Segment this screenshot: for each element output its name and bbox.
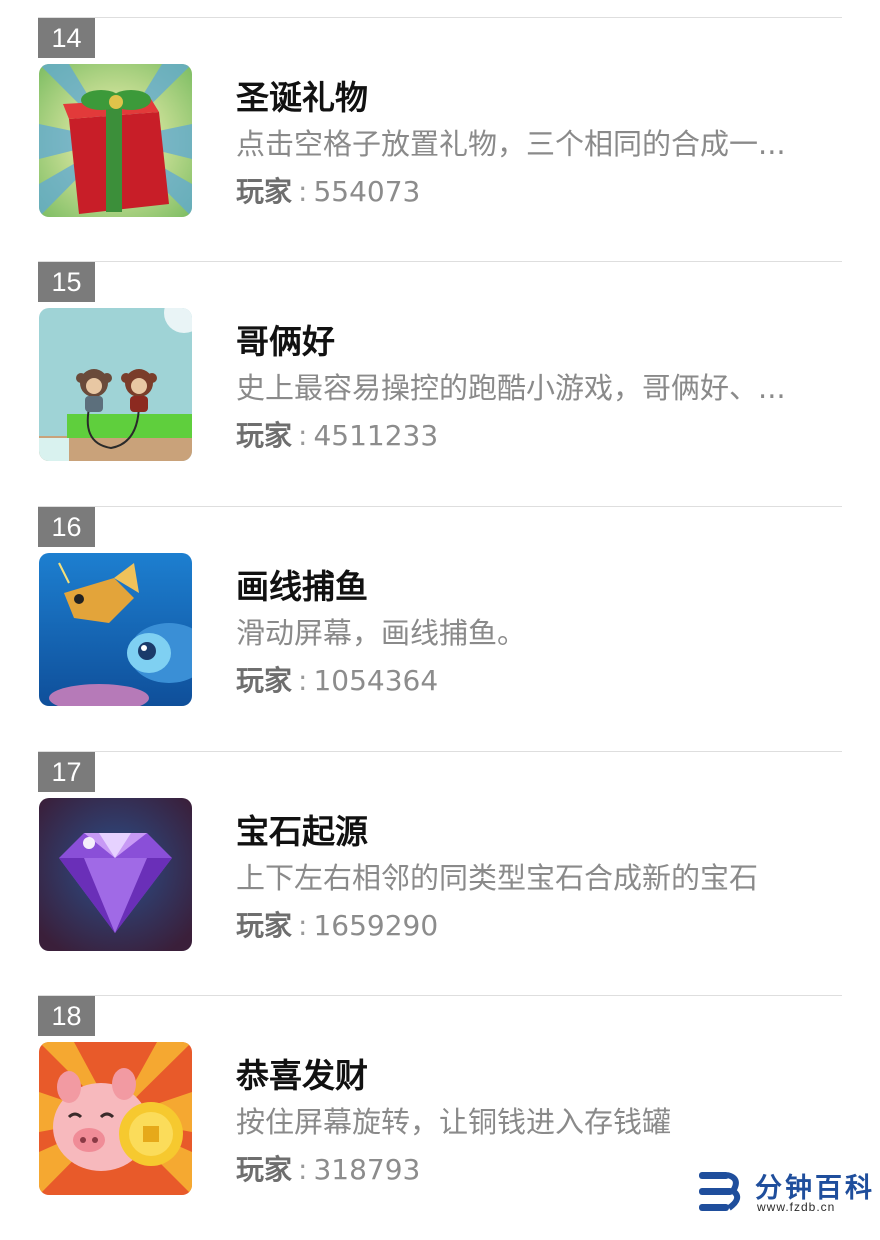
players-value: 1659290	[313, 909, 439, 942]
players-separator: :	[298, 909, 308, 942]
players-separator: :	[298, 419, 308, 452]
player-count: 玩家:1054364	[236, 659, 438, 699]
list-item[interactable]: 15 哥俩好 史上最容易操控的跑酷小游戏，哥俩好、... 玩家: 451123…	[0, 261, 880, 506]
players-value: 1054364	[313, 664, 439, 697]
divider	[38, 506, 842, 507]
player-count: 玩家:554073	[236, 170, 420, 210]
rank-badge: 16	[38, 507, 95, 547]
game-title: 恭喜发财	[236, 1056, 368, 1095]
divider	[38, 17, 842, 18]
game-title: 画线捕鱼	[236, 567, 368, 606]
game-description: 上下左右相邻的同类型宝石合成新的宝石	[236, 861, 759, 895]
player-count: 玩家:4511233	[236, 414, 438, 454]
list-item[interactable]: 17 宝石起源 上下左右相邻的同类型宝石合成新的宝石 玩家:1659290	[0, 751, 880, 996]
piggy-coin-icon[interactable]	[39, 1042, 192, 1195]
game-description: 史上最容易操控的跑酷小游戏，哥俩好、...	[236, 371, 786, 405]
divider	[38, 261, 842, 262]
players-value: 4511233	[313, 419, 439, 452]
rank-badge: 14	[38, 18, 95, 58]
players-label: 玩家	[236, 175, 293, 208]
game-title: 哥俩好	[236, 322, 335, 361]
game-description: 点击空格子放置礼物，三个相同的合成一...	[236, 127, 786, 161]
players-value: 554073	[313, 175, 421, 208]
rank-badge: 15	[38, 262, 95, 302]
fzdb-logo-icon	[699, 1172, 741, 1211]
gem-icon[interactable]	[39, 798, 192, 951]
divider	[38, 751, 842, 752]
players-label: 玩家	[236, 419, 293, 452]
players-label: 玩家	[236, 909, 293, 942]
fish-icon[interactable]	[39, 553, 192, 706]
game-description: 滑动屏幕，画线捕鱼。	[236, 616, 527, 650]
list-item[interactable]: 16 画线捕鱼 滑动屏幕，画线捕鱼。 玩家: 1054364	[0, 506, 880, 751]
players-separator: :	[298, 1153, 308, 1186]
player-count: 玩家:1659290	[236, 904, 438, 944]
divider	[38, 995, 842, 996]
players-value: 318793	[313, 1153, 421, 1186]
players-label: 玩家	[236, 1153, 293, 1186]
watermark-url: www.fzdb.cn	[757, 1200, 836, 1214]
list-item[interactable]: 14 圣诞礼物 点击空格子放置礼物，三个相同的合成一... 玩家: 55407…	[0, 17, 880, 262]
christmas-gift-icon[interactable]	[39, 64, 192, 217]
watermark: 分钟百科 www.fzdb.cn	[697, 1166, 877, 1218]
rank-badge: 17	[38, 752, 95, 792]
game-title: 宝石起源	[236, 812, 368, 851]
monkey-brothers-icon[interactable]	[39, 308, 192, 461]
players-label: 玩家	[236, 664, 293, 697]
game-description: 按住屏幕旋转，让铜钱进入存钱罐	[236, 1105, 672, 1139]
player-count: 玩家:318793	[236, 1148, 420, 1188]
players-separator: :	[298, 664, 308, 697]
game-title: 圣诞礼物	[236, 78, 368, 117]
rank-badge: 18	[38, 996, 95, 1036]
players-separator: :	[298, 175, 308, 208]
